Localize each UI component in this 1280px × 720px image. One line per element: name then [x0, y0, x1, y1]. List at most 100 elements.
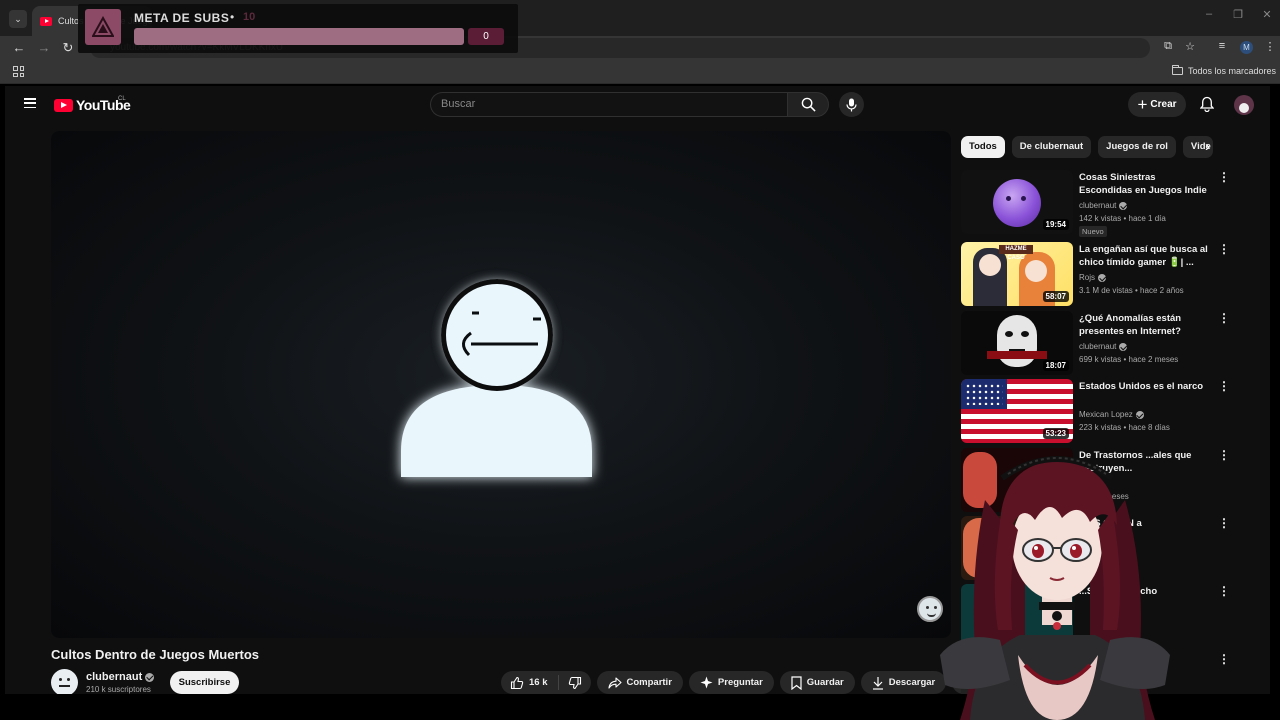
- recommendation-title[interactable]: Cosas Siniestras Escondidas en Juegos In…: [1079, 171, 1209, 197]
- search-input[interactable]: Buscar: [430, 92, 787, 117]
- plus-icon: +: [1137, 95, 1148, 114]
- like-button[interactable]: 16 k: [501, 675, 559, 690]
- search-icon: [801, 97, 816, 112]
- search-button[interactable]: [787, 92, 829, 117]
- channel-name[interactable]: clubernaut: [86, 671, 155, 683]
- video-thumbnail[interactable]: 18:07: [961, 311, 1073, 375]
- recommendation-title[interactable]: ¿Qué Anomalías están presentes en Intern…: [1079, 312, 1209, 338]
- reading-list-icon[interactable]: ≡: [1214, 40, 1230, 52]
- chip-all[interactable]: Todos: [961, 136, 1005, 158]
- channel-avatar[interactable]: [51, 669, 78, 694]
- like-count: 16 k: [529, 677, 548, 688]
- recommendation-meta: 3.1 M de vistas • hace 2 años: [1079, 286, 1184, 295]
- goal-separator: •: [230, 10, 235, 24]
- microphone-icon: [846, 98, 857, 111]
- all-bookmarks-label: Todos los marcadores: [1187, 66, 1276, 76]
- close-window-icon[interactable]: ✕: [1257, 8, 1277, 21]
- recommendation-meta: 142 k vistas • hace 1 día: [1079, 214, 1166, 223]
- video-duration: 58:07: [1042, 291, 1069, 302]
- vtuber-avatar-overlay: [940, 456, 1170, 720]
- voice-search-button[interactable]: [839, 92, 864, 117]
- thumbs-up-icon: [510, 676, 524, 689]
- triangle-logo-icon: [92, 16, 114, 37]
- verified-icon: [1119, 342, 1128, 351]
- chip-from-channel[interactable]: De clubernaut: [1011, 136, 1092, 158]
- all-bookmarks-button[interactable]: Todos los marcadores: [1171, 65, 1276, 76]
- share-button[interactable]: Compartir: [596, 671, 683, 694]
- more-options-icon[interactable]: ⋮: [1218, 449, 1230, 461]
- apps-grid-icon[interactable]: [13, 66, 24, 77]
- dislike-button[interactable]: [559, 676, 591, 690]
- browser-menu-icon[interactable]: ⋮: [1262, 40, 1278, 53]
- video-duration: 18:07: [1042, 360, 1069, 371]
- sub-goal-widget: META DE SUBS • 10 0: [78, 4, 518, 53]
- save-label: Guardar: [806, 677, 844, 688]
- reload-icon[interactable]: ↻: [60, 40, 76, 56]
- more-options-icon[interactable]: ⋮: [1218, 585, 1230, 597]
- bookmark-icon: [791, 675, 802, 690]
- verified-icon: [145, 672, 155, 682]
- more-options-icon[interactable]: ⋮: [1218, 171, 1230, 183]
- recommendation-title[interactable]: La engañan así que busca al chico tímido…: [1079, 243, 1209, 269]
- save-button[interactable]: Guardar: [779, 671, 855, 694]
- profile-avatar[interactable]: M: [1240, 41, 1253, 54]
- account-avatar[interactable]: [1234, 95, 1254, 115]
- download-label: Descargar: [888, 677, 936, 688]
- restore-icon[interactable]: ❐: [1228, 8, 1248, 21]
- recommendation-channel-label: Mexican Lopez: [1079, 410, 1133, 419]
- create-label: Crear: [1150, 99, 1177, 110]
- recommendation-item[interactable]: 19:54 Cosas Siniestras Escondidas en Jueg…: [961, 170, 1261, 237]
- more-options-icon[interactable]: ⋮: [1218, 312, 1230, 324]
- bookmark-star-icon[interactable]: ☆: [1182, 40, 1198, 53]
- share-icon: [607, 676, 622, 689]
- verified-icon: [1119, 201, 1128, 210]
- video-thumbnail[interactable]: HAZME CASO 58:07: [961, 242, 1073, 306]
- more-options-icon[interactable]: ⋮: [1218, 653, 1230, 665]
- verified-icon: [1098, 273, 1107, 282]
- recommendation-channel[interactable]: clubernaut: [1079, 342, 1128, 351]
- youtube-play-icon: [54, 98, 73, 112]
- more-options-icon[interactable]: ⋮: [1218, 243, 1230, 255]
- hamburger-menu-icon[interactable]: [24, 98, 36, 108]
- country-code: CL: [118, 96, 126, 102]
- channel-name-label: clubernaut: [86, 671, 143, 683]
- subscriber-count: 210 k suscriptores: [86, 685, 151, 694]
- recommendation-title[interactable]: Estados Unidos es el narco: [1079, 380, 1209, 393]
- ask-button[interactable]: Preguntar: [688, 671, 774, 694]
- recommendation-channel[interactable]: Rojs: [1079, 273, 1107, 282]
- cast-icon[interactable]: ⧉: [1160, 40, 1176, 53]
- create-button[interactable]: + Crear: [1128, 92, 1186, 117]
- sparkle-icon: [700, 676, 713, 689]
- more-options-icon[interactable]: ⋮: [1218, 380, 1230, 392]
- thumbs-down-icon: [568, 676, 581, 689]
- chevron-right-icon[interactable]: ›: [1205, 138, 1210, 155]
- back-arrow-icon[interactable]: ←: [11, 40, 27, 56]
- recommendation-channel-label: Rojs: [1079, 273, 1096, 282]
- subscribe-button[interactable]: Suscribirse: [170, 671, 239, 694]
- goal-count: 0: [468, 28, 504, 45]
- video-player[interactable]: [51, 131, 951, 638]
- minimize-icon[interactable]: –: [1199, 8, 1219, 20]
- more-options-icon[interactable]: ⋮: [1218, 517, 1230, 529]
- recommendation-channel-label: clubernaut: [1079, 342, 1117, 351]
- recommendation-channel[interactable]: clubernaut: [1079, 201, 1128, 210]
- goal-target: 10: [243, 11, 256, 23]
- verified-icon: [1135, 410, 1144, 419]
- tab-search-button[interactable]: ⌄: [9, 10, 27, 28]
- recommendation-meta: 699 k vistas • hace 2 meses: [1079, 355, 1179, 364]
- notifications-bell-icon[interactable]: [1197, 94, 1217, 114]
- forward-arrow-icon[interactable]: →: [36, 40, 52, 56]
- recommendation-channel[interactable]: Mexican Lopez: [1079, 410, 1144, 419]
- like-dislike-group: 16 k: [501, 671, 591, 694]
- video-thumbnail[interactable]: 19:54: [961, 170, 1073, 234]
- new-badge: Nuevo: [1079, 226, 1107, 237]
- share-label: Compartir: [626, 677, 672, 688]
- video-actions: 16 k Compartir Preguntar Guardar Descarg…: [501, 671, 976, 694]
- chip-role-playing[interactable]: Juegos de rol: [1098, 136, 1176, 158]
- ask-label: Preguntar: [717, 677, 763, 688]
- youtube-favicon-icon: [40, 16, 52, 26]
- video-frame-user-silhouette: [401, 279, 592, 477]
- recommendation-item[interactable]: HAZME CASO 58:07 La engañan así que busca …: [961, 242, 1261, 306]
- recommendation-item[interactable]: 18:07 ¿Qué Anomalías están presentes en I…: [961, 311, 1261, 375]
- filter-chips: Todos De clubernaut Juegos de rol Vide: [961, 136, 1213, 158]
